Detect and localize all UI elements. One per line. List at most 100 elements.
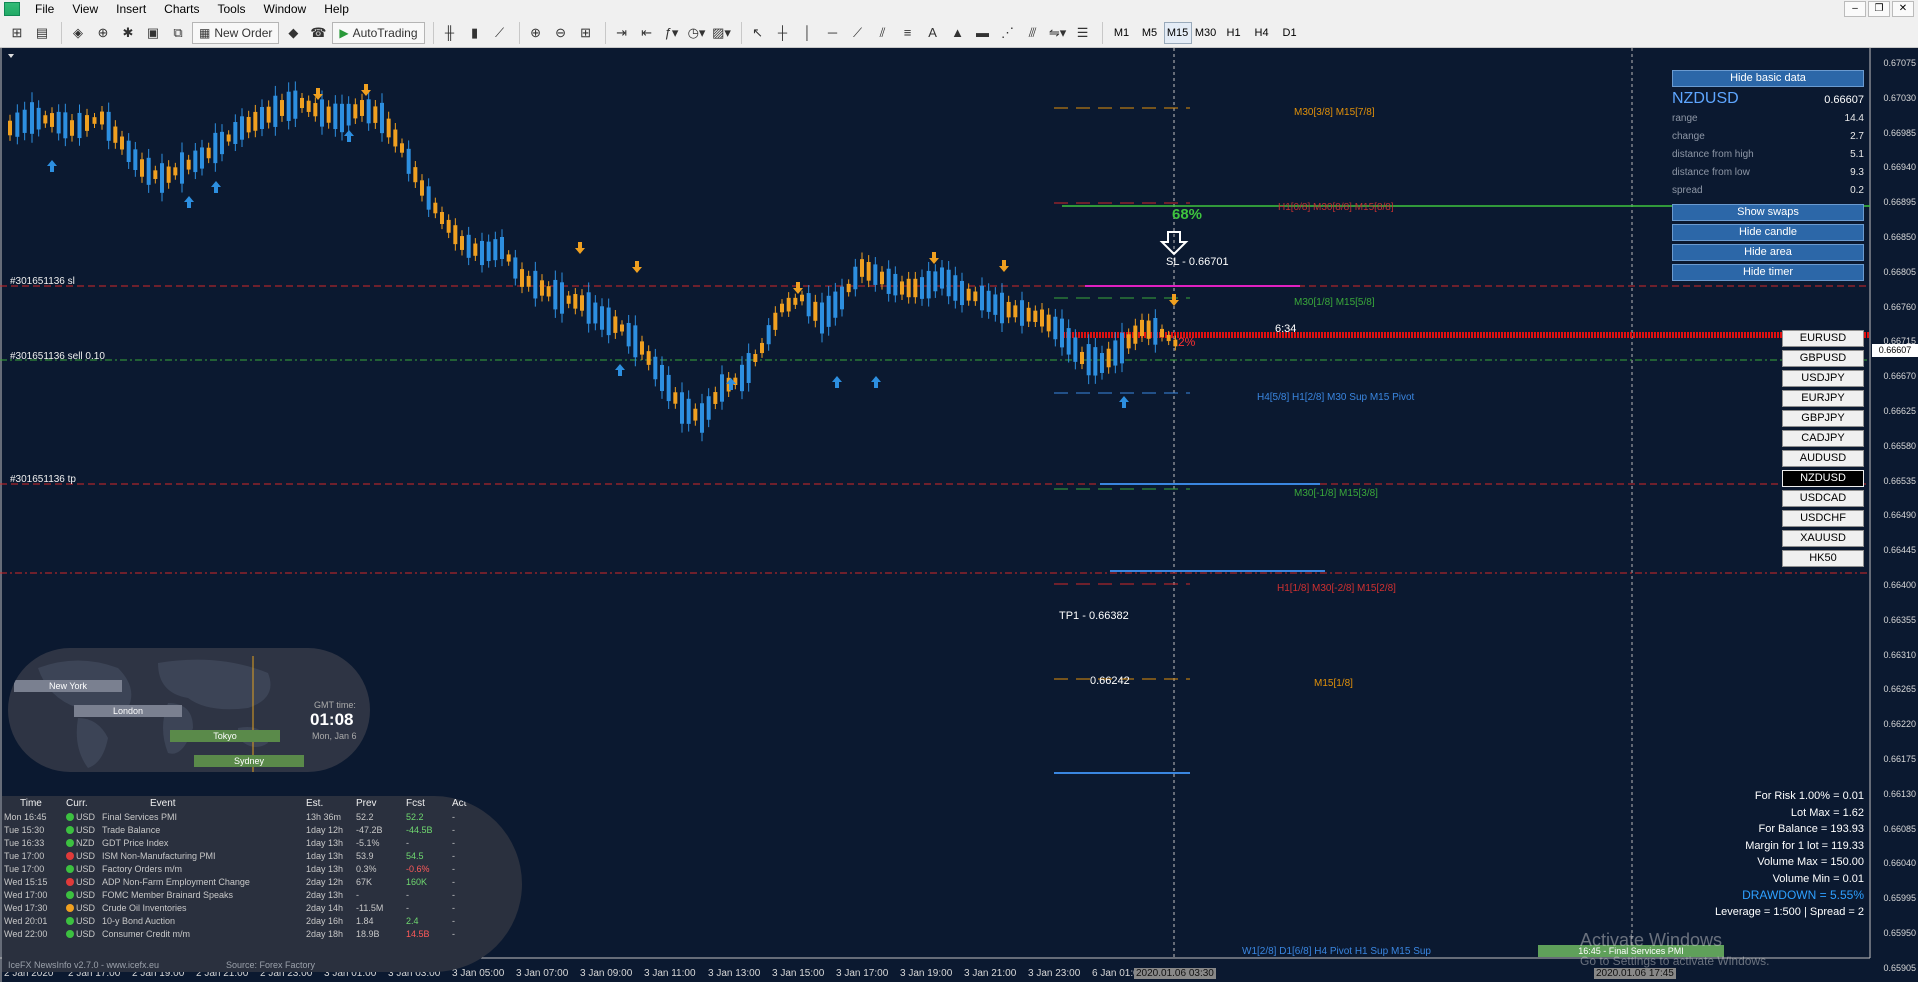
news-row[interactable]: Wed 20:01 USD 10-y Bond Auction 2day 16h 1.8… [2, 914, 522, 927]
data-window-icon[interactable]: ⊕ [92, 22, 114, 44]
news-row[interactable]: Wed 15:15 USD ADP Non-Farm Employment Chan… [2, 875, 522, 888]
tf-d1[interactable]: D1 [1276, 22, 1304, 44]
news-row[interactable]: Tue 15:30 USD Trade Balance 1day 12h -47.2B -… [2, 823, 522, 836]
candle-body [633, 325, 638, 358]
candle-body [1173, 339, 1178, 347]
symbol-button-xauusd[interactable]: XAUUSD [1782, 530, 1864, 547]
price-chart[interactable]: #301651136 sl #301651136 sell 0.10 #3016… [0, 48, 1918, 982]
candle-body [346, 103, 351, 126]
candle-body [1053, 316, 1058, 340]
menu-file[interactable]: File [26, 0, 63, 18]
periods-icon[interactable]: ◷▾ [686, 22, 708, 44]
minimize-icon[interactable]: – [1844, 1, 1866, 17]
horizontal-line-icon[interactable]: ─ [822, 22, 844, 44]
tf-m30[interactable]: M30 [1192, 22, 1220, 44]
news-footer[interactable]: IceFX NewsInfo v2.7.0 - www.icefx.eu [8, 960, 159, 970]
news-row[interactable]: Tue 17:00 USD ISM Non-Manufacturing PMI 1da… [2, 849, 522, 862]
vertical-line-icon[interactable]: │ [797, 22, 819, 44]
news-row[interactable]: Tue 16:33 NZD GDT Price Index 1day 13h -5.1%… [2, 836, 522, 849]
news-row[interactable]: Mon 16:45 USD Final Services PMI 13h 36m 52.… [2, 810, 522, 823]
hide-timer-button[interactable]: Hide timer [1672, 264, 1864, 281]
candle-body [326, 106, 331, 123]
autoscroll-icon[interactable]: ⇤ [636, 22, 658, 44]
symbol-button-eurusd[interactable]: EURUSD [1782, 330, 1864, 347]
hide-area-button[interactable]: Hide area [1672, 244, 1864, 261]
candle-body [193, 150, 198, 173]
profiles-icon[interactable]: ▤ [31, 22, 53, 44]
trendline-icon[interactable]: ⟋ [847, 22, 869, 44]
symbol-button-cadjpy[interactable]: CADJPY [1782, 430, 1864, 447]
symbol-button-eurjpy[interactable]: EURJPY [1782, 390, 1864, 407]
strategy-tester-icon[interactable]: ⧉ [167, 22, 189, 44]
more-tools-icon[interactable]: ☰ [1072, 22, 1094, 44]
fibonacci-icon[interactable]: ≡ [897, 22, 919, 44]
text-icon[interactable]: A [922, 22, 944, 44]
cursor-icon[interactable]: ↖ [747, 22, 769, 44]
chart-shift-icon[interactable]: ⇥ [611, 22, 633, 44]
metaeditor-icon[interactable]: ◆ [282, 22, 304, 44]
candle-body [766, 325, 771, 345]
tf-m15[interactable]: M15 [1163, 21, 1192, 44]
gmt-date: Mon, Jan 6 [312, 731, 357, 741]
market-watch-icon[interactable]: ◈ [67, 22, 89, 44]
candle-body [920, 277, 924, 299]
templates-icon[interactable]: ▨▾ [711, 22, 733, 44]
new-order-button[interactable]: ▦ New Order [192, 21, 280, 44]
news-row[interactable]: Wed 22:00 USD Consumer Credit m/m 2day 18h 1… [2, 927, 522, 940]
symbol-button-usdjpy[interactable]: USDJPY [1782, 370, 1864, 387]
hide-candle-button[interactable]: Hide candle [1672, 224, 1864, 241]
tf-m5[interactable]: M5 [1136, 22, 1164, 44]
symbol-button-audusd[interactable]: AUDUSD [1782, 450, 1864, 467]
symbol-button-nzdusd[interactable]: NZDUSD [1782, 470, 1864, 487]
menu-charts[interactable]: Charts [155, 0, 208, 18]
candlestick-icon[interactable]: ▮ [464, 22, 486, 44]
symbol-button-gbpusd[interactable]: GBPUSD [1782, 350, 1864, 367]
pitchfork-icon[interactable]: ⫻ [1022, 22, 1044, 44]
impact-dot-icon [66, 903, 74, 912]
price-axis-tick: 0.66535 [1883, 475, 1916, 486]
tf-h4[interactable]: H4 [1248, 22, 1276, 44]
menu-view[interactable]: View [63, 0, 107, 18]
tf-h1[interactable]: H1 [1220, 22, 1248, 44]
triangle-icon[interactable]: ▲ [947, 22, 969, 44]
terminal-icon[interactable]: ▣ [142, 22, 164, 44]
close-icon[interactable]: ✕ [1892, 1, 1914, 17]
tile-windows-icon[interactable]: ⊞ [575, 22, 597, 44]
crosshair-icon[interactable]: ┼ [772, 22, 794, 44]
symbol-button-gbpjpy[interactable]: GBPJPY [1782, 410, 1864, 427]
news-row[interactable]: Tue 17:00 USD Factory Orders m/m 1day 13h 0.… [2, 862, 522, 875]
candle-body [253, 111, 258, 131]
symbol-button-usdcad[interactable]: USDCAD [1782, 490, 1864, 507]
menu-help[interactable]: Help [315, 0, 358, 18]
info-row-dist-low: distance from low 9.3 [1672, 167, 1864, 178]
show-swaps-button[interactable]: Show swaps [1672, 204, 1864, 221]
restore-icon[interactable]: ❐ [1868, 1, 1890, 17]
signals-icon[interactable]: ☎ [307, 22, 329, 44]
channel-icon[interactable]: ⫽ [872, 22, 894, 44]
news-row[interactable]: Wed 17:00 USD FOMC Member Brainard Speaks 2… [2, 888, 522, 901]
zoom-in-icon[interactable]: ⊕ [525, 22, 547, 44]
zoom-out-icon[interactable]: ⊖ [550, 22, 572, 44]
autotrading-button[interactable]: ▶ AutoTrading [332, 21, 425, 44]
indicators-icon[interactable]: ƒ▾ [661, 22, 683, 44]
symbol-button-usdchf[interactable]: USDCHF [1782, 510, 1864, 527]
new-chart-icon[interactable]: ⊞ [6, 22, 28, 44]
symbol-button-hk50[interactable]: HK50 [1782, 550, 1864, 567]
current-price-marker: 0.66607 [1872, 344, 1918, 357]
gann-icon[interactable]: ⋰ [997, 22, 1019, 44]
arrows-icon[interactable]: ⇋▾ [1047, 22, 1069, 44]
tf-m1[interactable]: M1 [1108, 22, 1136, 44]
bar-chart-icon[interactable]: ╫ [439, 22, 461, 44]
rectangle-icon[interactable]: ▬ [972, 22, 994, 44]
candle-body [1000, 292, 1004, 324]
news-row[interactable]: Wed 17:30 USD Crude Oil Inventories 2day 14… [2, 901, 522, 914]
navigator-icon[interactable]: ✱ [117, 22, 139, 44]
candle-body [70, 120, 74, 136]
menu-tools[interactable]: Tools [209, 0, 255, 18]
hide-basic-data-button[interactable]: Hide basic data [1672, 70, 1864, 87]
menu-window[interactable]: Window [255, 0, 316, 18]
candle-body [240, 116, 244, 140]
menu-insert[interactable]: Insert [107, 0, 155, 18]
line-chart-icon[interactable]: ⟋ [489, 22, 511, 44]
volume-min-line: Volume Min = 0.01 [1772, 872, 1864, 885]
